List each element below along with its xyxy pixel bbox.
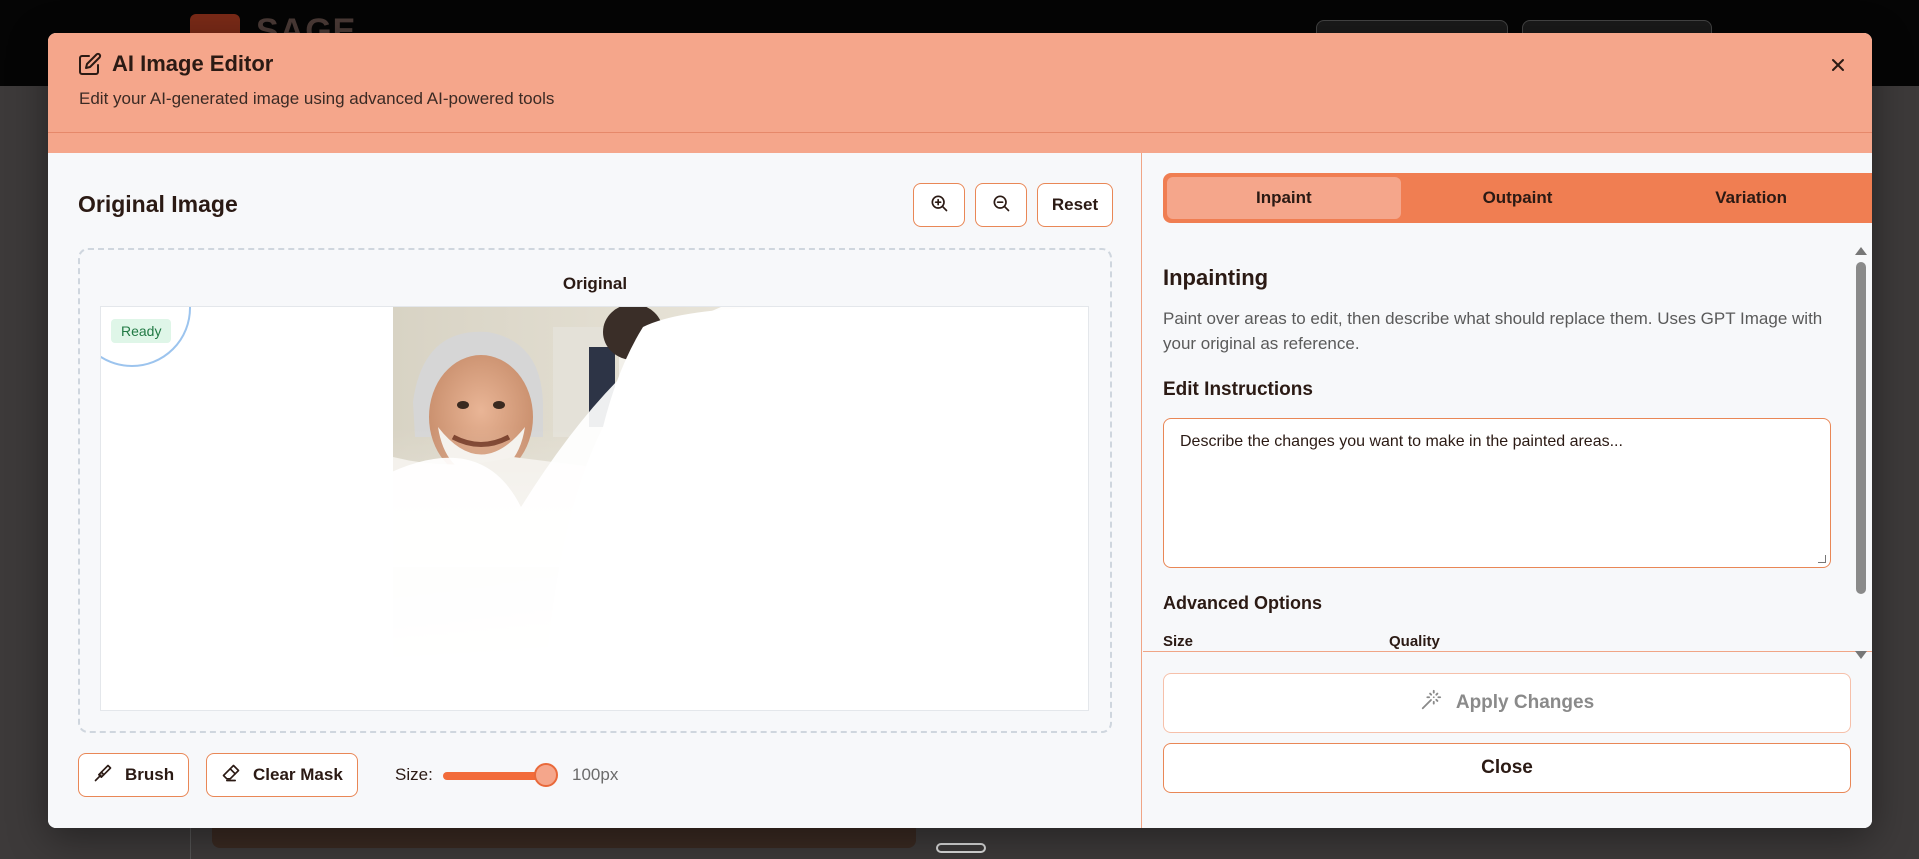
instructions-label: Edit Instructions [1163,379,1313,400]
apply-changes-label: Apply Changes [1455,692,1595,713]
background-scroll-indicator [936,843,986,853]
panel-title: Original Image [78,191,238,217]
zoom-in-button[interactable] [913,183,965,227]
canvas-frame: Original Ready [78,248,1112,733]
eraser-icon [221,763,241,788]
zoom-in-icon [929,193,949,218]
modal-title-row: AI Image Editor [78,51,273,77]
close-button[interactable]: Close [1163,743,1851,793]
tab-inpaint[interactable]: Inpaint [1167,177,1401,219]
image-panel: Original Image Reset Original Ready Brus… [48,153,1142,828]
zoom-out-button[interactable] [975,183,1027,227]
option-quality-label: Quality [1389,633,1440,650]
section-title: Inpainting [1163,265,1269,290]
resize-handle[interactable] [1818,555,1826,563]
modal-title: AI Image Editor [112,51,274,76]
tab-outpaint[interactable]: Outpaint [1401,177,1635,219]
image-editor-modal: AI Image Editor Edit your AI-generated i… [48,33,1872,828]
canvas-label: Original [562,274,628,293]
image-canvas[interactable]: Ready [100,306,1089,711]
reset-button[interactable]: Reset [1037,183,1113,227]
instructions-textarea[interactable]: Describe the changes you want to make in… [1163,418,1831,568]
modal-footer: Apply Changes Close [1143,651,1872,828]
status-badge: Ready [111,319,172,343]
options-scrollbar[interactable] [1855,247,1867,663]
mask-overlay [101,307,1088,710]
tab-variation[interactable]: Variation [1634,177,1868,219]
scroll-up-arrow-icon[interactable] [1855,247,1867,255]
header-strip [48,133,1872,153]
modal-header: AI Image Editor Edit your AI-generated i… [48,33,1872,133]
brush-button[interactable]: Brush [78,753,190,797]
brush-icon [93,763,113,788]
option-size-label: Size [1163,633,1194,650]
zoom-out-icon [991,193,1011,218]
modal-subtitle: Edit your AI-generated image using advan… [79,89,555,108]
magic-wand-icon [1420,689,1442,717]
clear-mask-button[interactable]: Clear Mask [206,753,358,797]
scroll-down-arrow-icon[interactable] [1855,651,1867,659]
clear-mask-label: Clear Mask [253,765,343,784]
size-label: Size: [395,765,433,784]
brush-label: Brush [125,765,175,784]
instructions-placeholder: Describe the changes you want to make in… [1180,433,1623,450]
mode-tabs: Inpaint Outpaint Variation [1163,173,1872,223]
advanced-options-label: Advanced Options [1163,593,1323,613]
options-scroll-area[interactable]: Inpainting Paint over areas to edit, the… [1143,233,1872,651]
size-value: 100px [572,765,619,784]
scrollbar-thumb[interactable] [1856,262,1866,594]
edit-icon [78,52,102,76]
close-icon[interactable] [1824,51,1852,79]
apply-changes-button[interactable]: Apply Changes [1163,673,1851,733]
controls-panel: Inpaint Outpaint Variation Inpainting Pa… [1143,153,1872,828]
section-description: Paint over areas to edit, then describe … [1163,309,1823,353]
brush-size-slider-thumb[interactable] [534,763,558,787]
